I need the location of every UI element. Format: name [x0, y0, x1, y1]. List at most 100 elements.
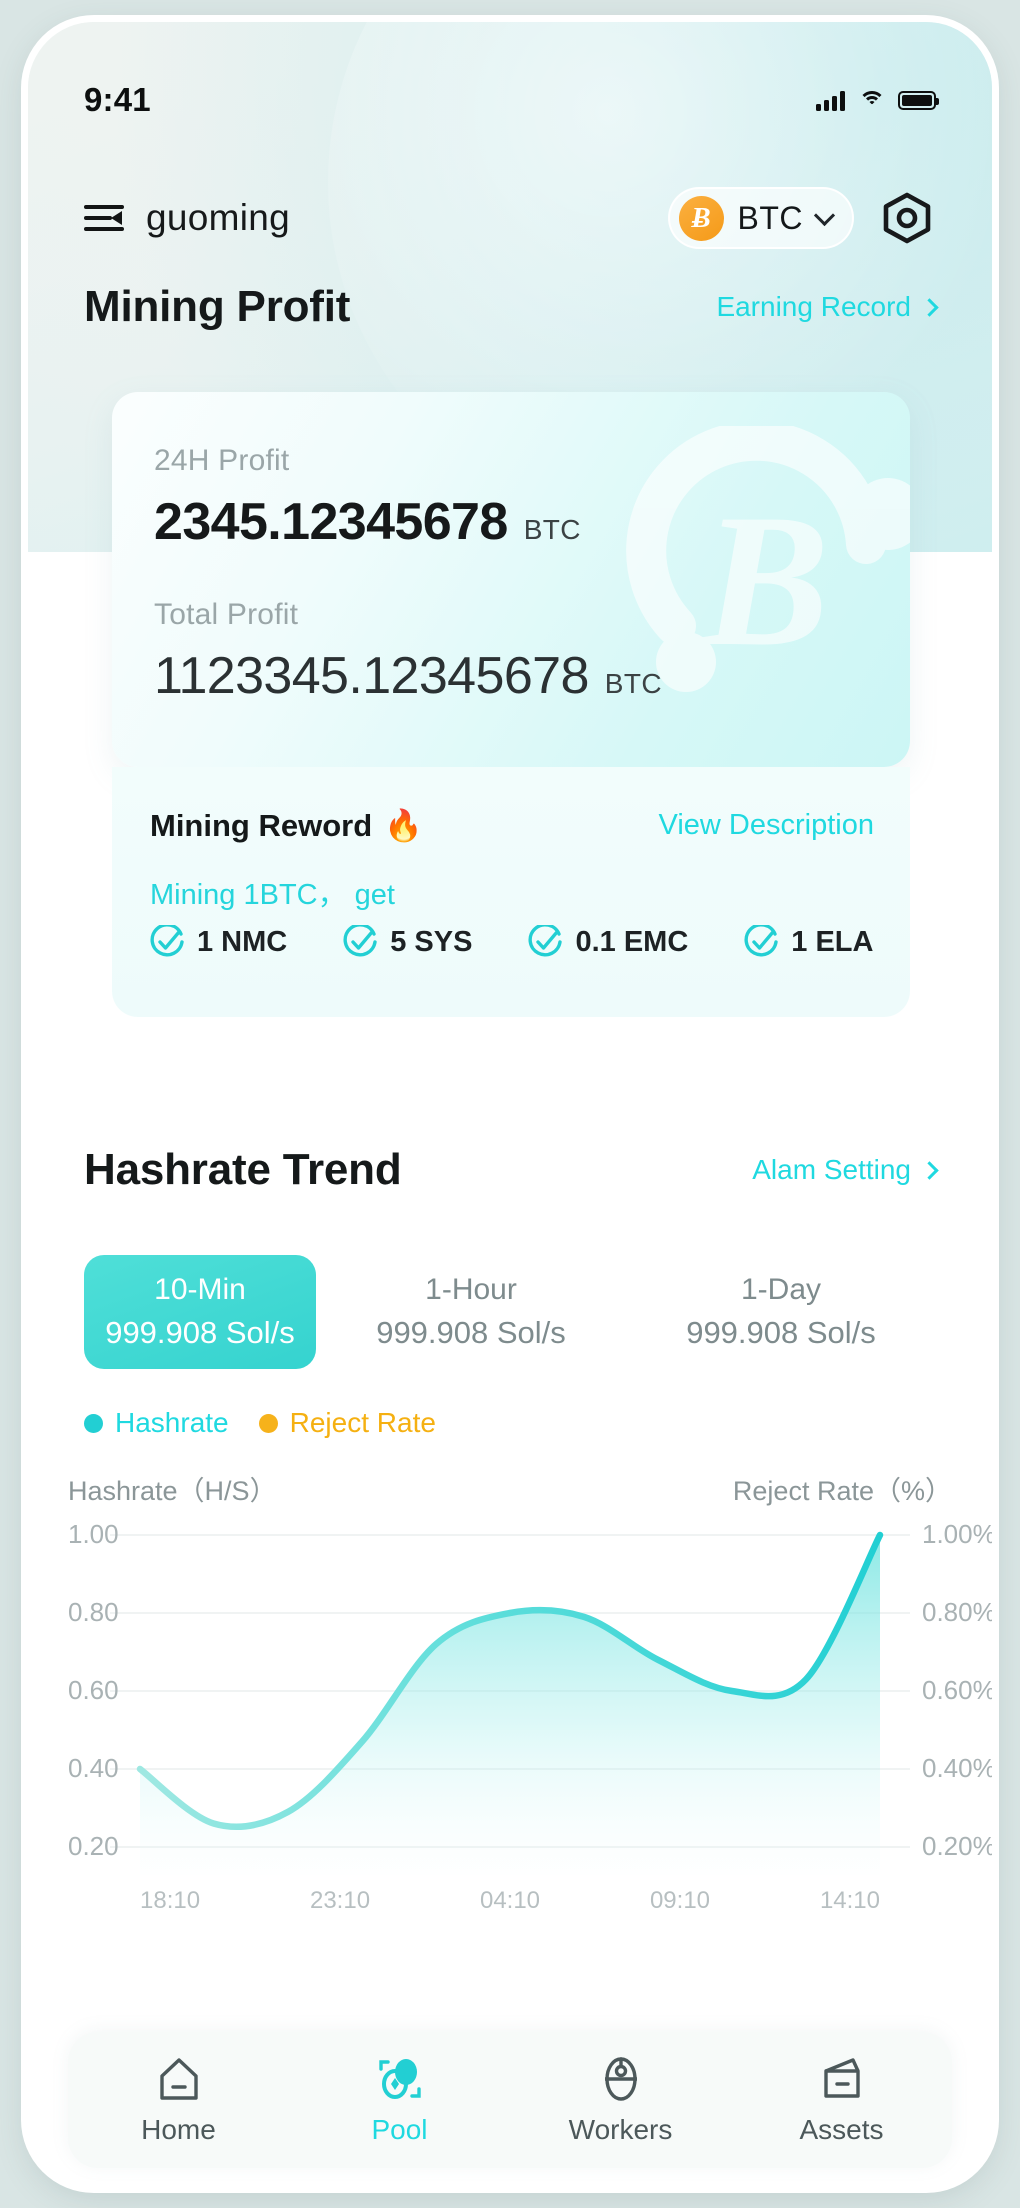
hexagon-nut-icon[interactable]: [878, 189, 936, 247]
total-profit-label: Total Profit: [154, 598, 299, 631]
legend-dot-icon: [258, 1413, 278, 1433]
nav-label: Pool: [371, 2114, 428, 2145]
legend-label: Reject Rate: [289, 1407, 436, 1438]
total-profit-unit: BTC: [604, 668, 662, 699]
axis-tick-label: 18:10: [140, 1887, 201, 1914]
wifi-icon: [858, 90, 885, 110]
axis-tick-label: 0.60%: [922, 1675, 992, 1705]
tab-value: 999.908 Sol/s: [686, 1315, 876, 1350]
reward-item: 0.1 EMC: [528, 923, 689, 959]
hashrate-header: Hashrate Trend Alam Setting: [84, 1145, 939, 1195]
nav-item-workers[interactable]: Workers: [531, 2054, 711, 2146]
reward-header-row: Mining Reword 🔥 View Description: [150, 807, 874, 844]
flame-icon: 🔥: [384, 808, 423, 843]
status-clock: 9:41: [84, 81, 151, 118]
view-description-link[interactable]: View Description: [659, 809, 874, 842]
nav-item-assets[interactable]: Assets: [752, 2054, 932, 2146]
legend-item-reject-rate[interactable]: Reject Rate: [258, 1407, 436, 1439]
status-bar: 9:41: [28, 72, 992, 128]
tab-1-hour[interactable]: 1-Hour 999.908 Sol/s: [316, 1255, 626, 1369]
axis-tick-label: 09:10: [649, 1887, 711, 1914]
tab-label: 10-Min: [154, 1273, 246, 1306]
tab-value: 999.908 Sol/s: [376, 1315, 566, 1350]
chart-x-axis-labels: 18:10 23:10 04:10 09:10 14:10: [140, 1887, 880, 1915]
axis-tick-label: 04:10: [479, 1887, 541, 1914]
hashrate-trend-panel: Hashrate Trend Alam Setting 10-Min 999.9…: [28, 1087, 992, 2087]
total-profit-row: 1123345.12345678 BTC: [154, 646, 662, 706]
status-icons: [816, 90, 939, 111]
reward-item-label: 1 ELA: [791, 925, 874, 958]
axis-tick-label: 0.80: [68, 1597, 119, 1627]
profit-values: 24H Profit 2345.12345678 BTC Total Profi…: [154, 444, 662, 706]
tab-value: 999.908 Sol/s: [105, 1315, 295, 1350]
chevron-right-icon: [920, 1160, 939, 1180]
left-axis-title: Hashrate（H/S）: [68, 1476, 277, 1506]
legend-dot-icon: [84, 1413, 103, 1433]
total-profit-value: 1123345.12345678: [154, 647, 589, 705]
profit-card: B 24H Profit 2345.12345678 BTC Total Pro…: [112, 392, 910, 767]
coin-selector-button[interactable]: Ƀ BTC: [667, 187, 854, 249]
earning-record-label: Earning Record: [716, 291, 911, 322]
chart-canvas: [110, 1531, 910, 1875]
axis-tick-label: 0.40%: [922, 1753, 992, 1783]
chevron-down-icon: [813, 204, 836, 226]
reward-item-label: 0.1 EMC: [575, 925, 689, 958]
pool-icon: [375, 2054, 425, 2104]
nav-label: Workers: [568, 2114, 673, 2145]
nav-item-home[interactable]: Home: [89, 2054, 269, 2146]
earning-record-link[interactable]: Earning Record: [716, 291, 939, 323]
profit-24h-unit: BTC: [523, 514, 581, 545]
nav-label: Assets: [799, 2114, 884, 2145]
username-label: guoming: [146, 197, 291, 238]
legend-item-hashrate[interactable]: Hashrate: [84, 1407, 229, 1439]
check-circle-icon: [528, 923, 563, 959]
axis-tick-label: 0.60: [68, 1675, 119, 1705]
nav-label: Home: [141, 2114, 216, 2145]
tab-label: 1-Day: [740, 1273, 822, 1306]
hashrate-title: Hashrate Trend: [84, 1145, 402, 1194]
chevron-right-icon: [920, 297, 939, 317]
header-right-group: Ƀ BTC: [667, 187, 937, 249]
coin-selector-label: BTC: [737, 199, 803, 236]
total-profit-block: Total Profit 1123345.12345678 BTC: [154, 598, 662, 706]
profit-24h-value: 2345.12345678: [154, 493, 508, 551]
header-left-group: guoming: [84, 197, 290, 239]
nav-item-pool[interactable]: Pool: [310, 2054, 490, 2146]
hashrate-period-tabs: 10-Min 999.908 Sol/s 1-Hour 999.908 Sol/…: [84, 1255, 936, 1369]
tab-label: 1-Hour: [425, 1273, 517, 1306]
legend-label: Hashrate: [115, 1407, 229, 1438]
reward-item: 1 ELA: [744, 923, 874, 959]
reward-item: 5 SYS: [343, 923, 473, 959]
reward-item-label: 5 SYS: [390, 925, 473, 958]
svg-text:B: B: [701, 476, 830, 686]
reward-item: 1 NMC: [150, 923, 288, 959]
reward-items-list: 1 NMC 5 SYS 0.1 EMC 1 ELA: [150, 923, 874, 959]
axis-tick-label: 23:10: [309, 1887, 371, 1914]
battery-icon: [898, 90, 939, 110]
chart-legend: Hashrate Reject Rate: [84, 1407, 436, 1439]
profit-24h-label: 24H Profit: [154, 444, 290, 477]
tab-1-day[interactable]: 1-Day 999.908 Sol/s: [626, 1255, 936, 1369]
axis-tick-label: 0.20%: [922, 1831, 992, 1861]
reward-item-label: 1 NMC: [197, 925, 288, 958]
bottom-navigation-bar: Home Pool Workers Assets: [68, 2032, 952, 2168]
phone-frame: 9:41 guoming Ƀ BTC Mining Profit Earning…: [28, 22, 992, 2186]
tab-10-min[interactable]: 10-Min 999.908 Sol/s: [84, 1255, 316, 1369]
reward-title-group: Mining Reword 🔥: [150, 807, 423, 844]
app-header: guoming Ƀ BTC: [28, 180, 992, 256]
bitcoin-icon: Ƀ: [678, 195, 724, 241]
hamburger-menu-icon[interactable]: [84, 203, 124, 233]
assets-icon: [817, 2054, 867, 2104]
signal-bars-icon: [816, 90, 845, 111]
axis-tick-label: 1.00%: [922, 1519, 992, 1549]
axis-tick-label: 1.00: [68, 1519, 119, 1549]
reward-subtitle: Mining 1BTC， get: [150, 879, 395, 911]
profit-24h-row: 2345.12345678 BTC: [154, 492, 662, 552]
mining-profit-header: Mining Profit Earning Record: [84, 282, 939, 332]
hashrate-chart: 1.00 0.80 0.60 0.40 0.20 1.00% 0.80% 0.60% 0.40…: [28, 1517, 992, 1877]
check-circle-icon: [744, 923, 778, 959]
mining-reward-card: Mining Reword 🔥 View Description Mining …: [112, 767, 910, 1017]
alarm-setting-link[interactable]: Alam Setting: [752, 1154, 939, 1186]
axis-tick-label: 0.40: [68, 1753, 119, 1783]
axis-tick-label: 0.20: [68, 1831, 119, 1861]
